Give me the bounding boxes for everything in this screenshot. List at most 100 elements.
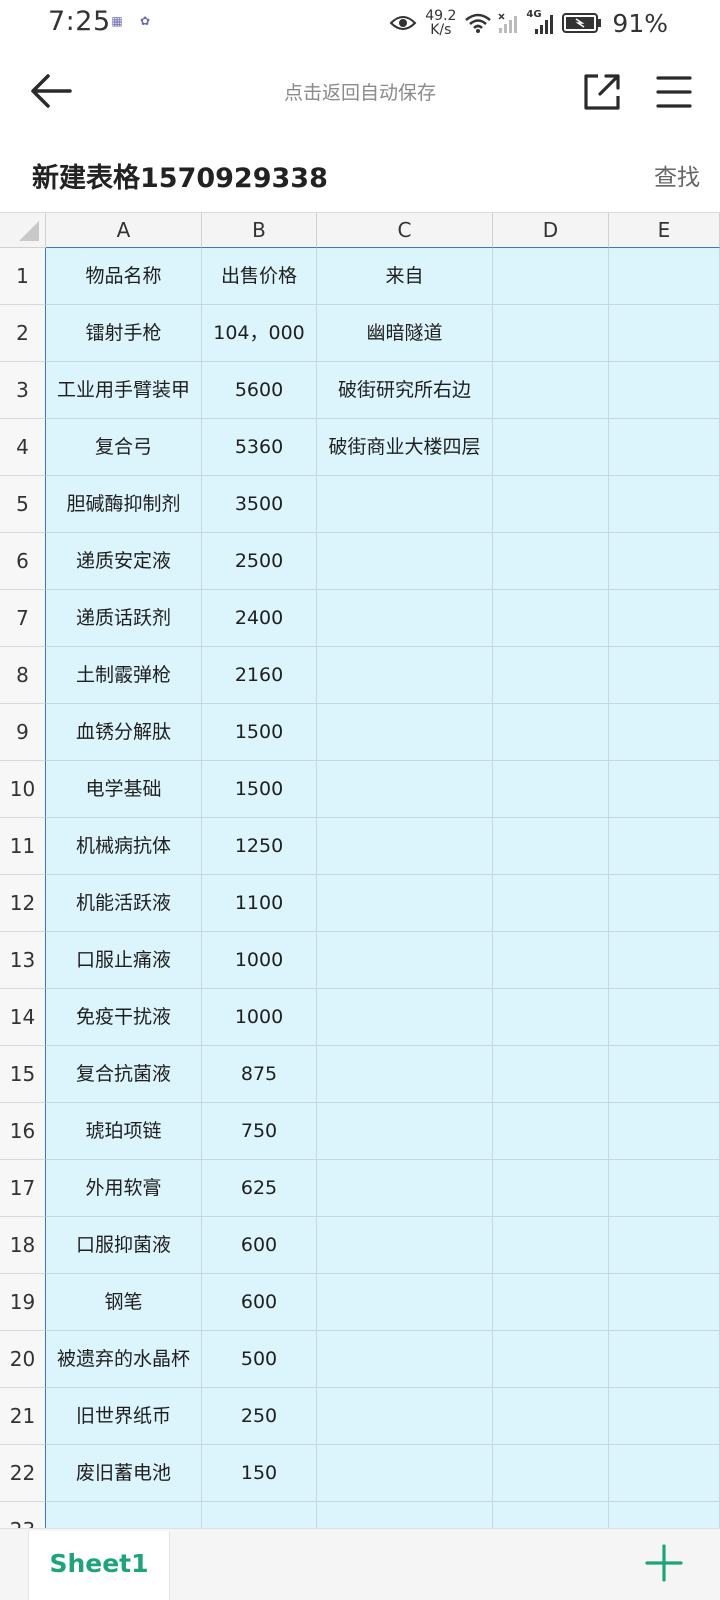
cell-d17[interactable]: [493, 1160, 609, 1217]
cell-d16[interactable]: [493, 1103, 609, 1160]
row-header[interactable]: 8: [0, 647, 46, 704]
cell-c8[interactable]: [317, 647, 493, 704]
cell-a8[interactable]: 土制霰弹枪: [46, 647, 202, 704]
row-header[interactable]: 21: [0, 1388, 46, 1445]
row-header[interactable]: 19: [0, 1274, 46, 1331]
cell-a17[interactable]: 外用软膏: [46, 1160, 202, 1217]
cell-b7[interactable]: 2400: [202, 590, 317, 647]
column-header-a[interactable]: A: [46, 213, 202, 248]
row-header[interactable]: 4: [0, 419, 46, 476]
cell-d4[interactable]: [493, 419, 609, 476]
row-header[interactable]: 11: [0, 818, 46, 875]
cell-c13[interactable]: [317, 932, 493, 989]
cell-d2[interactable]: [493, 305, 609, 362]
cell-b9[interactable]: 1500: [202, 704, 317, 761]
cell-b14[interactable]: 1000: [202, 989, 317, 1046]
cell-d6[interactable]: [493, 533, 609, 590]
row-header[interactable]: 9: [0, 704, 46, 761]
cell-d5[interactable]: [493, 476, 609, 533]
cell-a14[interactable]: 免疫干扰液: [46, 989, 202, 1046]
column-header-d[interactable]: D: [493, 213, 609, 248]
cell-c18[interactable]: [317, 1217, 493, 1274]
cell-a6[interactable]: 递质安定液: [46, 533, 202, 590]
cell-b22[interactable]: 150: [202, 1445, 317, 1502]
row-header[interactable]: 14: [0, 989, 46, 1046]
cell-a21[interactable]: 旧世界纸币: [46, 1388, 202, 1445]
cell-d9[interactable]: [493, 704, 609, 761]
cell-d21[interactable]: [493, 1388, 609, 1445]
column-header-e[interactable]: E: [609, 213, 720, 248]
cell-d12[interactable]: [493, 875, 609, 932]
add-sheet-button[interactable]: [644, 1543, 684, 1583]
cell-e16[interactable]: [609, 1103, 720, 1160]
cell-b18[interactable]: 600: [202, 1217, 317, 1274]
row-header[interactable]: 7: [0, 590, 46, 647]
cell-a7[interactable]: 递质话跃剂: [46, 590, 202, 647]
cell-c12[interactable]: [317, 875, 493, 932]
cell-e7[interactable]: [609, 590, 720, 647]
cell-e13[interactable]: [609, 932, 720, 989]
cell-c10[interactable]: [317, 761, 493, 818]
cell-a11[interactable]: 机械病抗体: [46, 818, 202, 875]
column-header-c[interactable]: C: [317, 213, 493, 248]
row-header[interactable]: 15: [0, 1046, 46, 1103]
find-button[interactable]: 查找: [654, 158, 700, 192]
cell-a5[interactable]: 胆碱酶抑制剂: [46, 476, 202, 533]
cell-e3[interactable]: [609, 362, 720, 419]
cell-e8[interactable]: [609, 647, 720, 704]
row-header[interactable]: 22: [0, 1445, 46, 1502]
cell-a2[interactable]: 镭射手枪: [46, 305, 202, 362]
row-header[interactable]: 3: [0, 362, 46, 419]
cell-d14[interactable]: [493, 989, 609, 1046]
cell-e2[interactable]: [609, 305, 720, 362]
cell-c5[interactable]: [317, 476, 493, 533]
cell-c17[interactable]: [317, 1160, 493, 1217]
cell-e6[interactable]: [609, 533, 720, 590]
menu-button[interactable]: [652, 70, 696, 114]
cell-a19[interactable]: 钢笔: [46, 1274, 202, 1331]
cell-d10[interactable]: [493, 761, 609, 818]
column-header-b[interactable]: B: [202, 213, 317, 248]
cell-e14[interactable]: [609, 989, 720, 1046]
cell-a23[interactable]: [46, 1502, 202, 1528]
cell-c22[interactable]: [317, 1445, 493, 1502]
cell-b23[interactable]: [202, 1502, 317, 1528]
cell-b13[interactable]: 1000: [202, 932, 317, 989]
row-header[interactable]: 20: [0, 1331, 46, 1388]
cell-d22[interactable]: [493, 1445, 609, 1502]
cell-c16[interactable]: [317, 1103, 493, 1160]
cell-d23[interactable]: [493, 1502, 609, 1528]
row-header[interactable]: 1: [0, 248, 46, 305]
cell-a13[interactable]: 口服止痛液: [46, 932, 202, 989]
cell-e22[interactable]: [609, 1445, 720, 1502]
cell-c15[interactable]: [317, 1046, 493, 1103]
cell-a10[interactable]: 电学基础: [46, 761, 202, 818]
cell-e15[interactable]: [609, 1046, 720, 1103]
row-header[interactable]: 12: [0, 875, 46, 932]
cell-a20[interactable]: 被遗弃的水晶杯: [46, 1331, 202, 1388]
cell-d8[interactable]: [493, 647, 609, 704]
cell-a22[interactable]: 废旧蓄电池: [46, 1445, 202, 1502]
cell-d11[interactable]: [493, 818, 609, 875]
cell-e4[interactable]: [609, 419, 720, 476]
cell-a3[interactable]: 工业用手臂装甲: [46, 362, 202, 419]
cell-e11[interactable]: [609, 818, 720, 875]
cell-a1[interactable]: 物品名称: [46, 248, 202, 305]
cell-b4[interactable]: 5360: [202, 419, 317, 476]
cell-e5[interactable]: [609, 476, 720, 533]
cell-b21[interactable]: 250: [202, 1388, 317, 1445]
row-header[interactable]: 2: [0, 305, 46, 362]
cell-a15[interactable]: 复合抗菌液: [46, 1046, 202, 1103]
cell-c20[interactable]: [317, 1331, 493, 1388]
cell-c21[interactable]: [317, 1388, 493, 1445]
cell-b17[interactable]: 625: [202, 1160, 317, 1217]
cell-a4[interactable]: 复合弓: [46, 419, 202, 476]
cell-a9[interactable]: 血锈分解肽: [46, 704, 202, 761]
cell-c4[interactable]: 破街商业大楼四层: [317, 419, 493, 476]
cell-e18[interactable]: [609, 1217, 720, 1274]
cell-b19[interactable]: 600: [202, 1274, 317, 1331]
cell-e21[interactable]: [609, 1388, 720, 1445]
cell-c23[interactable]: [317, 1502, 493, 1528]
cell-b6[interactable]: 2500: [202, 533, 317, 590]
row-header[interactable]: 13: [0, 932, 46, 989]
